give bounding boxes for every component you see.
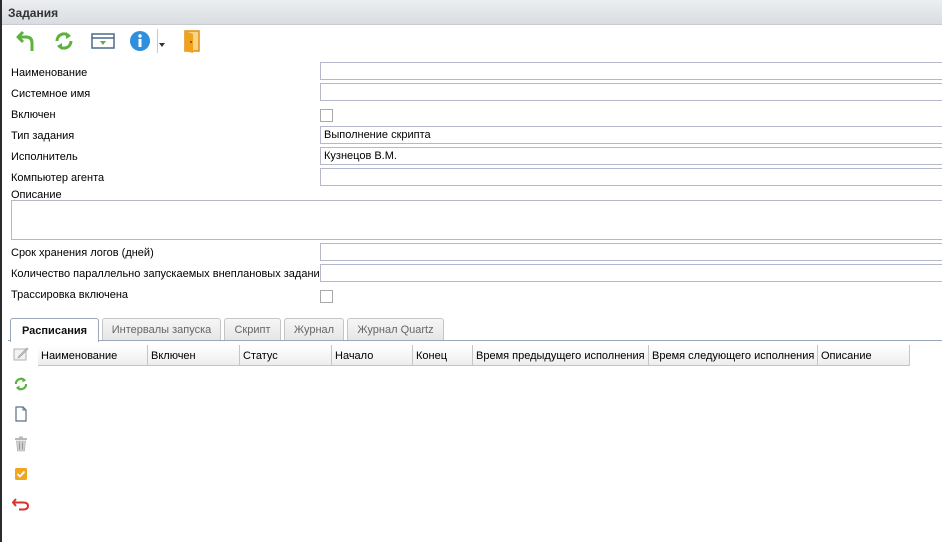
- executor-label: Исполнитель: [11, 151, 78, 163]
- enabled-label: Включен: [11, 109, 56, 121]
- edit-schedule-button[interactable]: [11, 344, 31, 364]
- window-titlebar: Задания: [2, 0, 942, 25]
- tab-schedules[interactable]: Расписания: [10, 318, 99, 342]
- task-type-label: Тип задания: [11, 130, 75, 142]
- parallel-tasks-field[interactable]: [320, 264, 942, 282]
- column-status[interactable]: Статус: [240, 345, 332, 366]
- refresh-button[interactable]: [50, 27, 78, 55]
- trace-checkbox[interactable]: [320, 290, 333, 303]
- window-title: Задания: [8, 6, 59, 20]
- parallel-tasks-label: Количество параллельно запускаемых внепл…: [11, 268, 326, 280]
- name-field[interactable]: [320, 62, 942, 80]
- column-prev-run-time[interactable]: Время предыдущего исполнения: [473, 345, 649, 366]
- exit-button[interactable]: [179, 27, 207, 55]
- undo-icon: [12, 498, 30, 511]
- tab-launch-intervals[interactable]: Интервалы запуска: [102, 318, 221, 340]
- info-dropdown-button[interactable]: [158, 39, 166, 51]
- toolbar-separator: [157, 29, 158, 53]
- column-start[interactable]: Начало: [332, 345, 413, 366]
- name-label: Наименование: [11, 67, 88, 79]
- info-button[interactable]: [126, 27, 154, 55]
- new-schedule-button[interactable]: [11, 404, 31, 424]
- agent-computer-field[interactable]: [320, 168, 942, 186]
- chevron-down-icon: [159, 43, 165, 47]
- refresh-icon: [14, 377, 28, 391]
- check-icon: [15, 468, 27, 480]
- schedule-side-toolbar: [8, 342, 36, 542]
- save-icon: [91, 33, 115, 49]
- log-retention-label: Срок хранения логов (дней): [11, 247, 154, 259]
- back-button[interactable]: [12, 27, 40, 55]
- trace-label: Трассировка включена: [11, 289, 129, 301]
- undo-schedule-button[interactable]: [11, 494, 31, 514]
- tab-journal[interactable]: Журнал: [284, 318, 344, 340]
- sysname-label: Системное имя: [11, 88, 91, 100]
- tab-quartz-journal[interactable]: Журнал Quartz: [347, 318, 444, 340]
- enabled-checkbox[interactable]: [320, 109, 333, 122]
- refresh-icon: [55, 32, 73, 50]
- delete-icon: [15, 436, 27, 452]
- tabs-baseline: [8, 340, 942, 341]
- edit-icon: [13, 347, 29, 361]
- delete-schedule-button[interactable]: [11, 434, 31, 454]
- info-icon: [130, 31, 150, 51]
- tab-script[interactable]: Скрипт: [224, 318, 281, 340]
- main-toolbar: [2, 25, 942, 57]
- agent-computer-label: Компьютер агента: [11, 172, 105, 184]
- column-enabled[interactable]: Включен: [148, 345, 240, 366]
- exit-door-icon: [184, 30, 200, 53]
- back-icon: [16, 30, 34, 51]
- save-form-button[interactable]: [89, 27, 117, 55]
- sysname-field[interactable]: [320, 83, 942, 101]
- refresh-schedules-button[interactable]: [11, 374, 31, 394]
- schedules-grid-header: Наименование Включен Статус Начало Конец…: [38, 345, 942, 366]
- task-type-field[interactable]: Выполнение скрипта: [320, 126, 942, 144]
- column-name[interactable]: Наименование: [38, 345, 148, 366]
- confirm-schedule-button[interactable]: [11, 464, 31, 484]
- window-edge: [0, 0, 2, 542]
- column-description[interactable]: Описание: [818, 345, 910, 366]
- log-retention-field[interactable]: [320, 243, 942, 261]
- column-end[interactable]: Конец: [413, 345, 473, 366]
- description-textarea[interactable]: [11, 200, 942, 240]
- executor-field[interactable]: Кузнецов В.М.: [320, 147, 942, 165]
- new-document-icon: [15, 406, 27, 422]
- column-next-run-time[interactable]: Время следующего исполнения: [649, 345, 818, 366]
